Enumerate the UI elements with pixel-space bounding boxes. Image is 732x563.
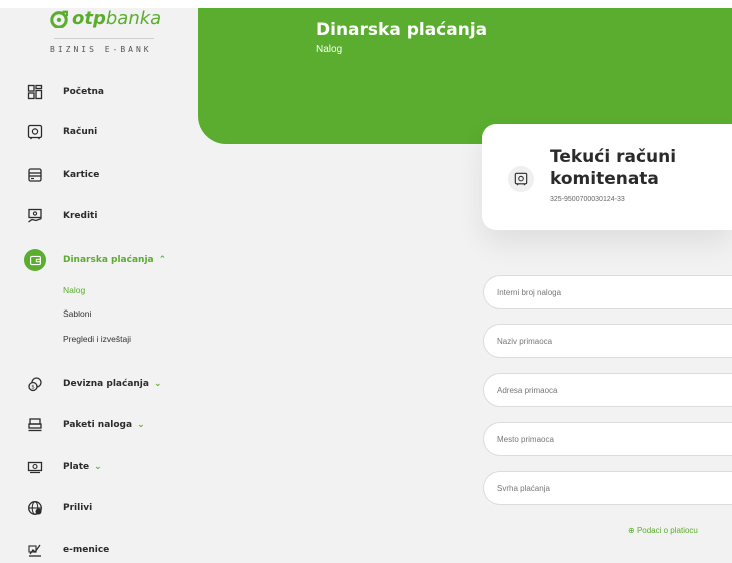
page: Dinarska plaćanja Nalog otpbanka BIZNIS … — [0, 0, 732, 563]
logo-wordmark: otpbanka — [72, 8, 162, 29]
internal-order-number-input[interactable] — [484, 276, 732, 308]
payer-details-link[interactable]: ⊕ Podaci o platiocu — [628, 526, 698, 535]
chevron-down-icon: ⌄ — [153, 379, 162, 389]
svg-text:$: $ — [31, 385, 35, 391]
sidebar-subitem-sabloni[interactable]: Šabloni — [63, 309, 91, 319]
dashboard-icon — [26, 83, 44, 101]
recipient-address-field[interactable] — [483, 373, 732, 407]
coins-icon: $ — [26, 375, 44, 393]
account-card[interactable]: Tekući računi komitenata 325-95007000301… — [482, 124, 732, 230]
internal-order-number-field[interactable] — [483, 275, 732, 309]
sidebar-item-krediti[interactable]: Krediti — [26, 204, 196, 228]
account-card-title: Tekući računi komitenata — [550, 147, 677, 189]
recipient-name-field[interactable] — [483, 324, 732, 358]
sidebar-item-plate[interactable]: Plate ⌄ — [26, 455, 196, 479]
page-subtitle: Nalog — [316, 44, 343, 55]
sidebar-item-kartice[interactable]: Kartice — [26, 163, 196, 187]
sidebar-item-prilivi[interactable]: Prilivi — [26, 496, 196, 520]
card-icon — [26, 166, 44, 184]
chevron-down-icon: ⌄ — [94, 462, 102, 472]
recipient-city-field[interactable] — [483, 422, 732, 456]
recipient-address-input[interactable] — [484, 374, 732, 406]
sidebar-subitem-pregledi[interactable]: Pregledi i izveštaji — [63, 334, 131, 344]
sidebar-item-label: Prilivi — [63, 503, 93, 513]
loan-icon — [26, 207, 44, 225]
sidebar-item-label: Devizna plaćanja — [63, 379, 149, 389]
plus-circle-icon: ⊕ — [628, 526, 635, 535]
payment-purpose-field[interactable] — [483, 471, 732, 505]
stack-icon — [26, 416, 44, 434]
globe-money-icon — [26, 499, 44, 517]
sidebar-item-devizna-placanja[interactable]: $ Devizna plaćanja ⌄ — [26, 372, 196, 396]
sidebar-item-paketi-naloga[interactable]: Paketi naloga ⌄ — [26, 413, 196, 437]
logo-divider — [54, 38, 154, 39]
cash-icon — [26, 458, 44, 476]
sidebar-item-pocetna[interactable]: Početna — [26, 80, 196, 104]
safe-icon — [26, 123, 44, 141]
account-number: 325-9500700030124-33 — [550, 196, 625, 203]
sidebar-item-label: Krediti — [63, 211, 98, 221]
sidebar-item-label: Dinarska plaćanja — [63, 255, 154, 265]
payment-purpose-input[interactable] — [484, 472, 732, 504]
wallet-icon — [24, 249, 46, 271]
sidebar-subitem-nalog[interactable]: Nalog — [63, 285, 85, 295]
sidebar-item-label: Plate — [63, 462, 90, 472]
otp-logo-icon — [50, 10, 68, 28]
recipient-name-input[interactable] — [484, 325, 732, 357]
sidebar-item-label: Paketi naloga — [63, 420, 133, 430]
chevron-down-icon: ⌄ — [137, 420, 145, 430]
payer-details-label: Podaci o platiocu — [636, 526, 698, 535]
sidebar-item-dinarska-placanja[interactable]: Dinarska plaćanja ⌃ — [24, 248, 196, 272]
sidebar-item-e-menice[interactable]: e-menice — [26, 538, 196, 562]
logo-subtitle: BIZNIS E-BANK — [50, 45, 152, 54]
sidebar-item-label: Početna — [63, 87, 105, 97]
sidebar-item-label: Računi — [63, 127, 98, 137]
page-title: Dinarska plaćanja — [316, 20, 488, 40]
sidebar-item-label: e-menice — [63, 545, 110, 555]
sidebar-item-label: Kartice — [63, 170, 100, 180]
safe-icon — [508, 166, 534, 192]
recipient-city-input[interactable] — [484, 423, 732, 455]
sign-icon — [26, 541, 44, 559]
sidebar-item-racuni[interactable]: Računi — [26, 120, 196, 144]
chevron-up-icon: ⌃ — [158, 255, 167, 265]
